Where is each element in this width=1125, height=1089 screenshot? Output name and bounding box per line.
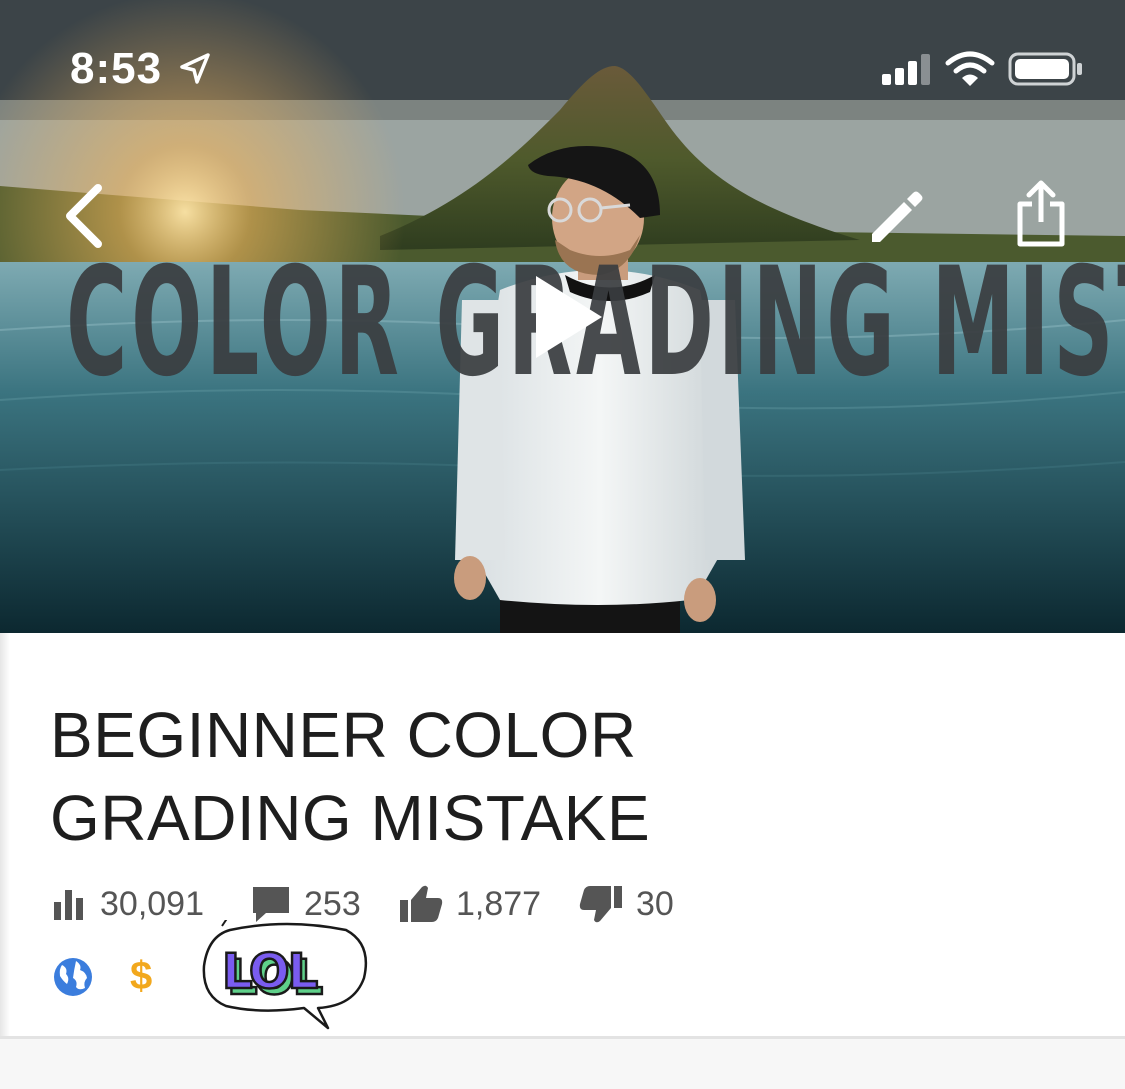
- views-count: 30,091: [100, 884, 204, 923]
- comment-icon: [253, 887, 289, 922]
- play-icon[interactable]: [532, 274, 604, 360]
- likes-stat[interactable]: 1,877: [398, 882, 541, 926]
- dislikes-count: 30: [636, 884, 674, 923]
- back-chevron-icon[interactable]: [60, 184, 110, 248]
- monetization-icon: $: [130, 954, 153, 998]
- pencil-icon[interactable]: [866, 188, 926, 246]
- lol-sticker-text: LOL: [222, 944, 318, 1000]
- status-bar: 8:53: [0, 0, 1125, 130]
- comments-count: 253: [304, 884, 361, 923]
- wifi-icon: [945, 51, 995, 86]
- left-edge-shadow: [0, 633, 10, 1043]
- dislikes-stat[interactable]: 30: [578, 882, 674, 926]
- likes-count: 1,877: [456, 884, 542, 923]
- status-time: 8:53: [70, 44, 163, 93]
- video-title: BEGINNER COLOR GRADING MISTAKE: [50, 694, 810, 860]
- cellular-signal-icon: [882, 54, 930, 85]
- share-icon[interactable]: [1012, 180, 1068, 248]
- views-stat: 30,091: [50, 882, 204, 926]
- thumbs-up-icon: [400, 885, 443, 922]
- video-title-line-1: BEGINNER COLOR: [50, 699, 637, 771]
- below-content-area: [0, 1039, 1125, 1089]
- bar-chart-icon: [54, 890, 83, 920]
- lol-sticker[interactable]: LOL LOL: [200, 920, 372, 1032]
- location-arrow-icon: [180, 53, 210, 84]
- battery-icon: [1008, 52, 1082, 86]
- globe-icon: [54, 958, 92, 996]
- video-title-line-2: GRADING MISTAKE: [50, 782, 651, 854]
- thumbs-down-icon: [579, 886, 622, 923]
